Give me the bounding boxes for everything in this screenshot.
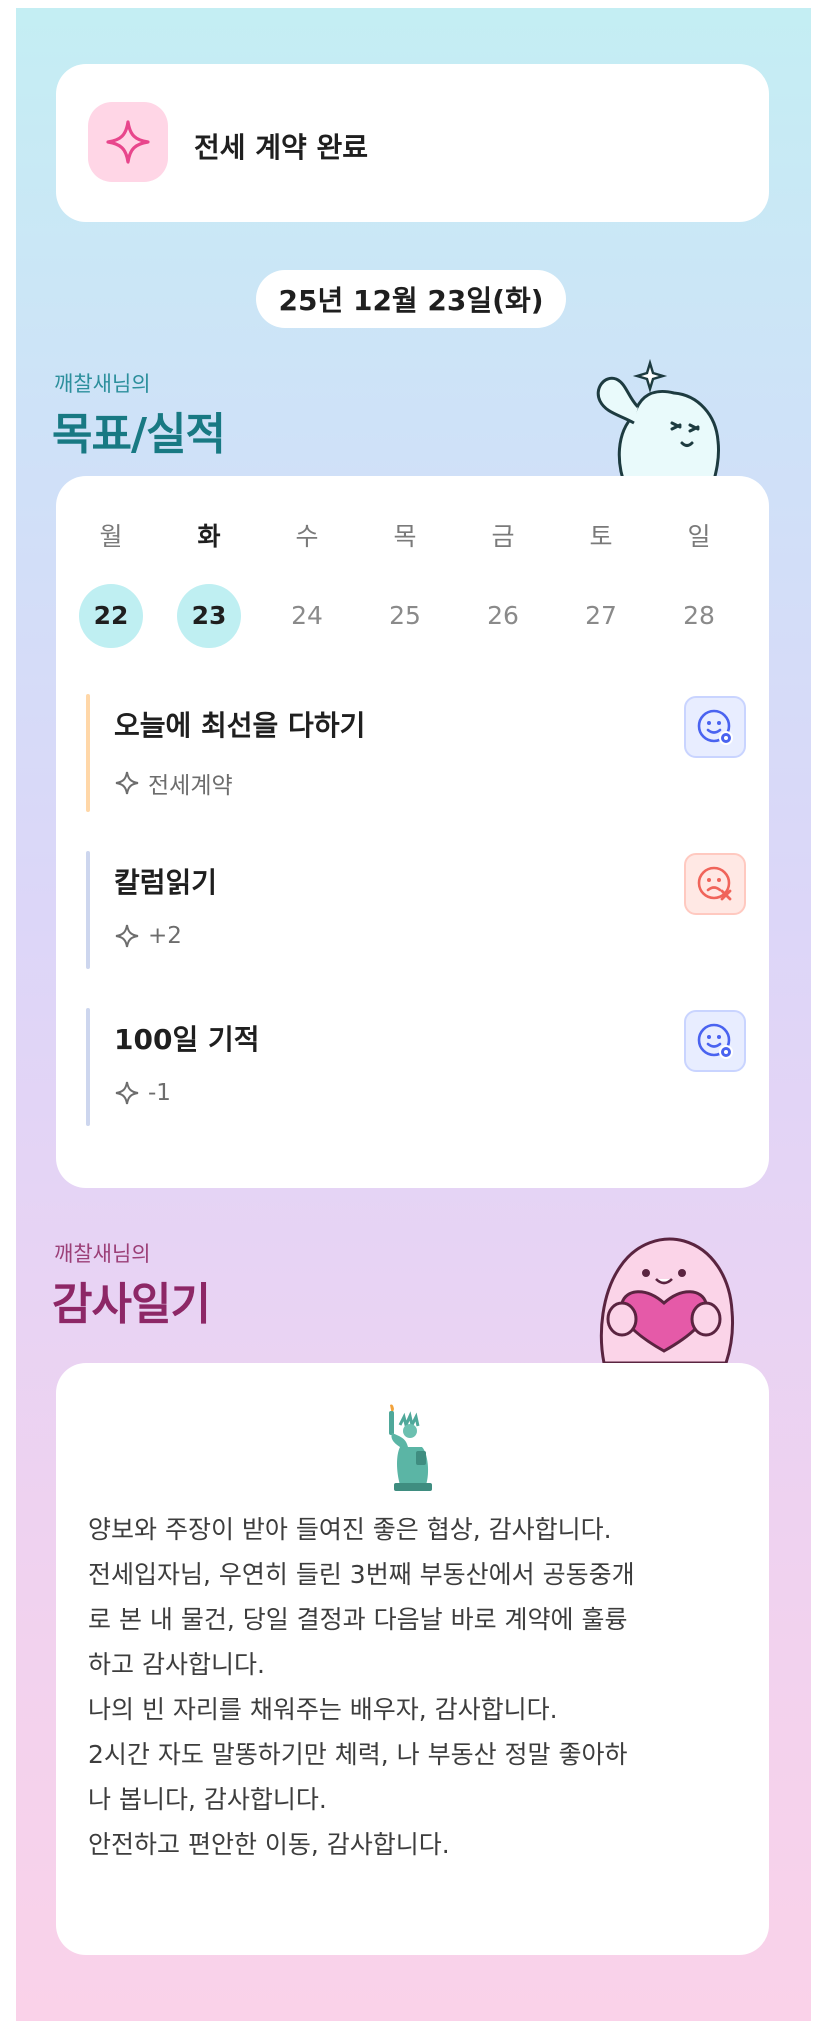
gratitude-line: 전세입자님, 우연히 들린 3번째 부동산에서 공동중개 [88, 1560, 635, 1589]
date-label[interactable]: 25년 12월 23일(화) [256, 270, 566, 328]
smile-face-icon[interactable] [684, 696, 746, 758]
week-calendar: 월 22 화 23 수 24 목 25 금 26 토 27 일 28 [78, 520, 768, 650]
goal-item[interactable]: 오늘에 최선을 다하기 전세계약 [86, 694, 746, 812]
day-name: 수 [295, 522, 319, 551]
day-date: 26 [487, 601, 519, 630]
sparkle-outline-icon [115, 924, 139, 948]
day-name: 금 [491, 522, 515, 551]
day-name: 월 [99, 522, 123, 551]
day-fri[interactable]: 금 26 [470, 520, 536, 648]
day-date: 25 [389, 601, 421, 630]
gratitude-line: 안전하고 편안한 이동, 감사합니다. [88, 1830, 450, 1859]
sparkle-outline-icon [115, 1081, 139, 1105]
goal-detail-text: -1 [148, 1080, 171, 1106]
goal-accent-bar [86, 694, 90, 812]
achievement-label: 전세 계약 완료 [194, 131, 369, 164]
achievement-card[interactable]: 전세 계약 완료 [56, 64, 769, 222]
smile-face-icon[interactable] [684, 1010, 746, 1072]
sparkle-icon [88, 102, 168, 182]
gratitude-line: 하고 감사합니다. [88, 1650, 265, 1679]
day-date: 27 [585, 601, 617, 630]
app-screen: 전세 계약 완료 25년 12월 23일(화) 깨찰새님의 목표/실적 월 22… [16, 8, 811, 2021]
gratitude-line: 양보와 주장이 받아 들여진 좋은 협상, 감사합니다. [88, 1515, 612, 1544]
day-date: 23 [177, 584, 241, 648]
pink-ghost-heart-illustration [599, 1237, 734, 1363]
goal-title: 100일 기적 [114, 1023, 260, 1056]
goal-accent-bar [86, 1008, 90, 1126]
goal-title: 칼럼읽기 [114, 866, 218, 899]
day-date: 24 [291, 601, 323, 630]
gratitude-line: 2시간 자도 말똥하기만 체력, 나 부동산 정말 좋아하 [88, 1740, 628, 1769]
sad-face-x-icon[interactable] [684, 853, 746, 915]
day-tue[interactable]: 화 23 [176, 520, 242, 648]
day-wed[interactable]: 수 24 [274, 520, 340, 648]
day-date: 22 [79, 584, 143, 648]
sparkle-outline-icon [115, 771, 139, 795]
statue-of-liberty-icon [389, 1404, 432, 1491]
gratitude-card: 양보와 주장이 받아 들여진 좋은 협상, 감사합니다. 전세입자님, 우연히 … [56, 1363, 769, 1955]
goals-card: 월 22 화 23 수 24 목 25 금 26 토 27 일 28 오늘에 최… [56, 476, 769, 1188]
gratitude-line: 나의 빈 자리를 채워주는 배우자, 감사합니다. [88, 1695, 558, 1724]
gratitude-owner-label: 깨찰새님의 [54, 1242, 151, 1266]
goal-item[interactable]: 칼럼읽기 +2 [86, 851, 746, 969]
goal-item[interactable]: 100일 기적 -1 [86, 1008, 746, 1126]
goal-detail: 전세계약 [114, 766, 233, 800]
goals-owner-label: 깨찰새님의 [54, 372, 151, 396]
gratitude-text: 양보와 주장이 받아 들여진 좋은 협상, 감사합니다. 전세입자님, 우연히 … [88, 1507, 748, 1867]
ghost-mascot-illustration [596, 358, 720, 488]
day-date: 28 [683, 601, 715, 630]
day-name: 토 [589, 522, 613, 551]
day-sun[interactable]: 일 28 [666, 520, 732, 648]
gratitude-line: 로 본 내 물건, 당일 결정과 다음날 바로 계약에 훌륭 [88, 1605, 628, 1634]
goal-detail: -1 [114, 1080, 171, 1106]
goal-detail-text: 전세계약 [148, 773, 233, 799]
day-name: 화 [197, 522, 221, 551]
goals-section-title: 목표/실적 [52, 409, 226, 460]
day-thu[interactable]: 목 25 [372, 520, 438, 648]
day-sat[interactable]: 토 27 [568, 520, 634, 648]
day-name: 일 [687, 522, 711, 551]
gratitude-line: 나 봅니다, 감사합니다. [88, 1785, 327, 1814]
day-mon[interactable]: 월 22 [78, 520, 144, 648]
goal-title: 오늘에 최선을 다하기 [114, 709, 366, 742]
goal-detail: +2 [114, 923, 182, 949]
goal-detail-text: +2 [148, 923, 182, 949]
goal-accent-bar [86, 851, 90, 969]
day-name: 목 [393, 522, 417, 551]
gratitude-section-title: 감사일기 [52, 1279, 211, 1330]
